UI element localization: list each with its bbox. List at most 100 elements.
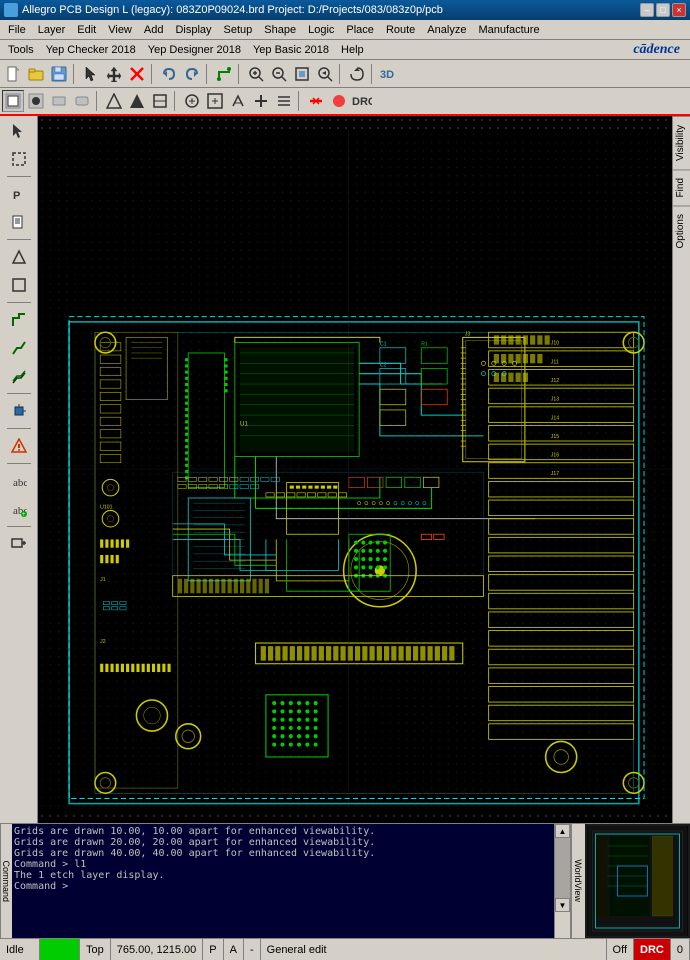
menu-yep-checker[interactable]: Yep Checker 2018 xyxy=(40,43,142,57)
menu-place[interactable]: Place xyxy=(340,23,380,37)
tb2-b1[interactable] xyxy=(103,90,125,112)
menu-logic[interactable]: Logic xyxy=(302,23,340,37)
menu-yep-designer[interactable]: Yep Designer 2018 xyxy=(142,43,247,57)
minimap-canvas[interactable] xyxy=(587,826,688,936)
menu-layer[interactable]: Layer xyxy=(32,23,72,37)
scroll-down-button[interactable]: ▼ xyxy=(555,898,570,912)
visibility-tab[interactable]: Visibility xyxy=(673,116,690,169)
sep1 xyxy=(73,64,77,84)
console-line-3: Grids are drawn 40.00, 40.00 apart for e… xyxy=(14,848,550,859)
zoom-window-button[interactable] xyxy=(6,531,32,557)
title-bar: Allegro PCB Design L (legacy): 083Z0P090… xyxy=(0,0,690,20)
left-sep-2 xyxy=(7,239,31,240)
status-bar: Idle Top 765.00, 1215.00 P A - General e… xyxy=(0,938,690,960)
minimize-button[interactable]: – xyxy=(640,3,654,17)
svg-text:P: P xyxy=(13,190,20,202)
shape-add-button[interactable] xyxy=(6,244,32,270)
zoom-out-button[interactable] xyxy=(268,63,290,85)
bottom-section: Command Grids are drawn 10.00, 10.00 apa… xyxy=(0,823,690,938)
console-line-5: The 1 etch layer display. xyxy=(14,870,550,881)
tb2-d3[interactable]: DRC xyxy=(351,90,373,112)
route-button[interactable] xyxy=(6,307,32,333)
move-button[interactable] xyxy=(103,63,125,85)
sep-t2-2 xyxy=(174,91,178,111)
main-layout: P abc a xyxy=(0,116,690,823)
close-button[interactable]: × xyxy=(672,3,686,17)
status-off: Off xyxy=(607,939,634,960)
menu-display[interactable]: Display xyxy=(169,23,217,37)
svg-text:+: + xyxy=(22,512,26,517)
sep4 xyxy=(238,64,242,84)
menu-manufacture[interactable]: Manufacture xyxy=(472,23,545,37)
snap-tb2[interactable] xyxy=(25,90,47,112)
console-area[interactable]: Command Grids are drawn 10.00, 10.00 apa… xyxy=(0,824,570,938)
pcb-canvas[interactable]: U101 J1 J2 xyxy=(38,116,672,823)
redraw-button[interactable] xyxy=(346,63,368,85)
pointer-button[interactable] xyxy=(80,63,102,85)
drc-check-button[interactable] xyxy=(6,433,32,459)
tb2-c2[interactable] xyxy=(204,90,226,112)
new-button[interactable] xyxy=(2,63,24,85)
menu-shape[interactable]: Shape xyxy=(258,23,302,37)
open-button[interactable] xyxy=(25,63,47,85)
zoom-fit-button[interactable] xyxy=(291,63,313,85)
tb2-b2[interactable] xyxy=(126,90,148,112)
save-button[interactable] xyxy=(48,63,70,85)
console-scrollbar[interactable]: ▲ ▼ xyxy=(554,824,570,938)
tb2-c5[interactable] xyxy=(273,90,295,112)
delete-button[interactable] xyxy=(126,63,148,85)
svg-text:J11: J11 xyxy=(551,359,559,365)
snap-tb4[interactable] xyxy=(71,90,93,112)
menu-bar-tools: Tools Yep Checker 2018 Yep Designer 2018… xyxy=(0,40,690,60)
route-diff-button[interactable] xyxy=(6,363,32,389)
sep5 xyxy=(339,64,343,84)
select-tool-button[interactable] xyxy=(6,118,32,144)
property-button[interactable]: P xyxy=(6,181,32,207)
status-drc: DRC xyxy=(634,939,671,960)
scroll-up-button[interactable]: ▲ xyxy=(555,824,570,838)
3d-button[interactable]: 3D xyxy=(378,63,400,85)
svg-text:J17: J17 xyxy=(551,471,559,477)
tb2-d1[interactable] xyxy=(305,90,327,112)
status-indicator xyxy=(40,939,80,960)
deselect-button[interactable] xyxy=(6,146,32,172)
tb2-c1[interactable] xyxy=(181,90,203,112)
window-title: Allegro PCB Design L (legacy): 083Z0P090… xyxy=(22,4,443,16)
menu-route[interactable]: Route xyxy=(380,23,421,37)
add-text2-button[interactable]: abc+ xyxy=(6,496,32,522)
zoom-in-button[interactable] xyxy=(245,63,267,85)
zoom-prev-button[interactable] xyxy=(314,63,336,85)
pcb-canvas-area[interactable]: U101 J1 J2 xyxy=(38,116,672,823)
tb2-c4[interactable] xyxy=(250,90,272,112)
menu-analyze[interactable]: Analyze xyxy=(421,23,472,37)
redo-button[interactable] xyxy=(181,63,203,85)
add-connect-button[interactable] xyxy=(213,63,235,85)
route-single-button[interactable] xyxy=(6,335,32,361)
menu-view[interactable]: View xyxy=(102,23,138,37)
status-a-flag: A xyxy=(224,939,244,960)
status-dash: - xyxy=(244,939,261,960)
edit-button[interactable] xyxy=(6,209,32,235)
tb2-c3[interactable] xyxy=(227,90,249,112)
snap-tb1[interactable] xyxy=(2,90,24,112)
shape-edit-button[interactable] xyxy=(6,272,32,298)
sep6 xyxy=(371,64,375,84)
menu-setup[interactable]: Setup xyxy=(218,23,259,37)
menu-yep-basic[interactable]: Yep Basic 2018 xyxy=(247,43,335,57)
menu-add[interactable]: Add xyxy=(138,23,170,37)
tb2-b3[interactable] xyxy=(149,90,171,112)
add-text-button[interactable]: abc xyxy=(6,468,32,494)
maximize-button[interactable]: □ xyxy=(656,3,670,17)
menu-file[interactable]: File xyxy=(2,23,32,37)
menu-help[interactable]: Help xyxy=(335,43,370,57)
tb2-d2[interactable] xyxy=(328,90,350,112)
menu-edit[interactable]: Edit xyxy=(71,23,102,37)
undo-button[interactable] xyxy=(158,63,180,85)
snap-tb3[interactable] xyxy=(48,90,70,112)
cadence-logo: cādence xyxy=(633,42,688,58)
place-button[interactable] xyxy=(6,398,32,424)
title-text: Allegro PCB Design L (legacy): 083Z0P090… xyxy=(4,3,443,17)
find-tab[interactable]: Find xyxy=(673,169,690,205)
menu-tools[interactable]: Tools xyxy=(2,43,40,57)
options-tab[interactable]: Options xyxy=(673,205,690,256)
